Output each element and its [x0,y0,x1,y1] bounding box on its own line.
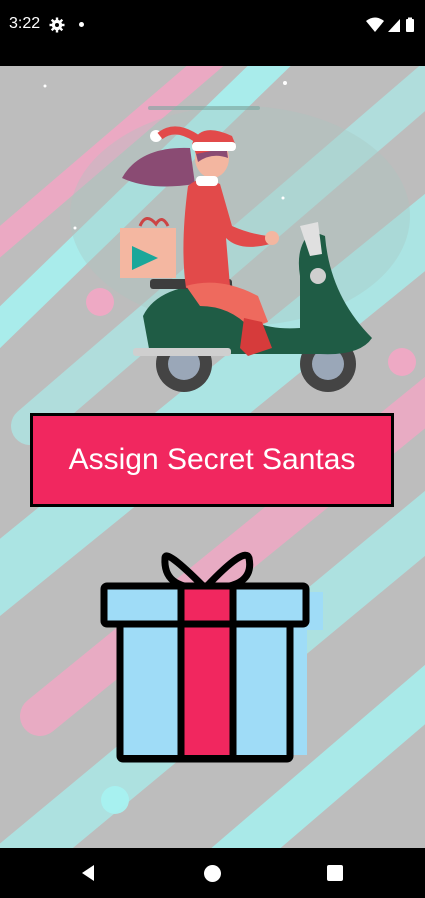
status-bar: 3:22 [0,0,425,66]
gear-icon [49,17,65,33]
signal-icon [388,19,400,32]
wifi-icon [366,17,384,32]
status-icons [366,17,414,32]
gift-box-icon [100,551,323,763]
recents-icon[interactable] [327,865,343,881]
santa-scooter-illustration [43,81,410,392]
status-time: 3:22 [9,15,41,32]
main-content: Assign Secret Santas [0,66,425,848]
back-icon[interactable] [78,863,98,883]
navigation-bar [0,848,425,898]
notification-dot-icon [79,22,84,27]
assign-secret-santas-button[interactable]: Assign Secret Santas [30,413,394,507]
assign-button-label: Assign Secret Santas [68,443,356,476]
battery-icon [406,19,414,32]
home-icon[interactable] [204,865,221,882]
